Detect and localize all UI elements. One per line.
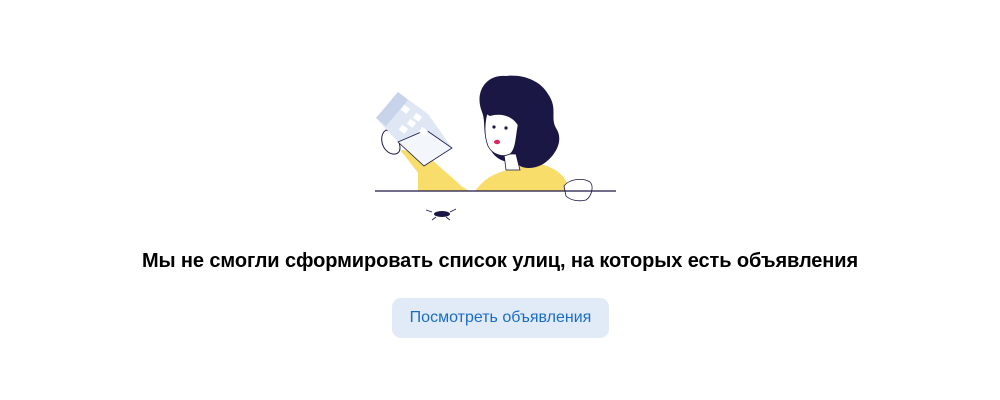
view-listings-button[interactable]: Посмотреть объявления (392, 298, 609, 338)
woman-holding-building-illustration (375, 75, 616, 221)
empty-state-message: Мы не смогли сформировать список улиц, н… (141, 250, 859, 272)
empty-state: Мы не смогли сформировать список улиц, н… (0, 0, 1000, 400)
